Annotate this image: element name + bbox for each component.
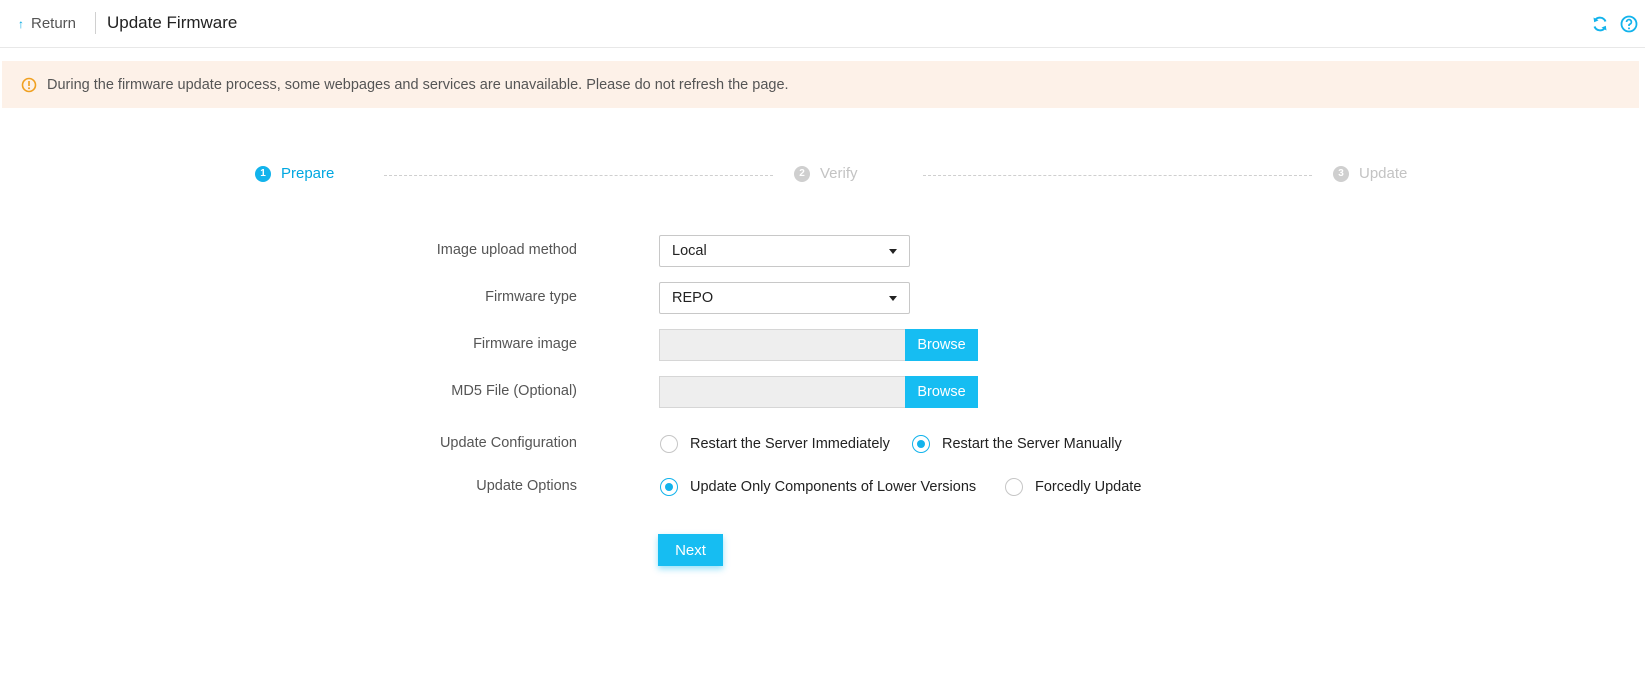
step-label: Verify (820, 165, 858, 182)
step-label: Prepare (281, 165, 335, 182)
radio-forcedly-update[interactable] (1005, 478, 1023, 496)
page-title: Update Firmware (107, 13, 238, 32)
update-config-label: Update Configuration (439, 435, 577, 451)
help-icon[interactable] (1619, 14, 1639, 34)
step-verify: 2 Verify (794, 165, 858, 182)
return-arrow-icon: ↑ (18, 16, 24, 31)
md5-file-field[interactable] (659, 376, 905, 408)
firmware-type-label: Firmware type (485, 289, 577, 305)
update-config-option-manually[interactable]: Restart the Server Manually (912, 435, 1122, 453)
chevron-down-icon (889, 296, 897, 301)
step-connector (923, 175, 1312, 176)
md5-file-label: MD5 File (Optional) (451, 383, 577, 399)
radio-label[interactable]: Restart the Server Immediately (690, 436, 890, 452)
step-number: 1 (255, 165, 271, 182)
update-config-option-immediately[interactable]: Restart the Server Immediately (660, 435, 890, 453)
next-button[interactable]: Next (658, 534, 723, 566)
warning-banner: During the firmware update process, some… (2, 61, 1639, 108)
radio-restart-manually[interactable] (912, 435, 930, 453)
firmware-image-field[interactable] (659, 329, 905, 361)
return-link[interactable]: ↑ Return (18, 15, 76, 32)
radio-update-lower-versions[interactable] (660, 478, 678, 496)
page-header: ↑ Return Update Firmware (0, 0, 1645, 48)
md5-file-browse-button[interactable]: Browse (905, 376, 978, 408)
radio-restart-immediately[interactable] (660, 435, 678, 453)
header-divider (95, 12, 96, 34)
warning-icon (21, 77, 37, 92)
return-label: Return (31, 15, 77, 32)
update-options-option-forcedly[interactable]: Forcedly Update (1005, 478, 1141, 496)
radio-label[interactable]: Forcedly Update (1035, 479, 1141, 495)
step-label: Update (1359, 165, 1408, 182)
firmware-image-label: Firmware image (473, 336, 577, 352)
update-options-option-lower-versions[interactable]: Update Only Components of Lower Versions (660, 478, 976, 496)
step-number: 2 (794, 165, 810, 182)
radio-label[interactable]: Restart the Server Manually (942, 436, 1122, 452)
step-prepare: 1 Prepare (255, 165, 334, 182)
update-firmware-page: ↑ Return Update Firmware During the firm… (0, 0, 1645, 680)
step-connector (384, 175, 773, 176)
refresh-icon[interactable] (1590, 14, 1610, 34)
radio-label[interactable]: Update Only Components of Lower Versions (690, 479, 976, 495)
step-update: 3 Update (1333, 165, 1407, 182)
banner-message: During the firmware update process, some… (47, 76, 789, 93)
firmware-type-select[interactable]: REPO (659, 282, 910, 314)
firmware-type-value: REPO (672, 290, 714, 306)
upload-method-label: Image upload method (436, 242, 577, 258)
step-number: 3 (1333, 165, 1349, 182)
upload-method-select[interactable]: Local (659, 235, 910, 267)
chevron-down-icon (889, 249, 897, 254)
firmware-image-browse-button[interactable]: Browse (905, 329, 978, 361)
upload-method-value: Local (672, 243, 707, 259)
update-options-label: Update Options (476, 478, 577, 494)
